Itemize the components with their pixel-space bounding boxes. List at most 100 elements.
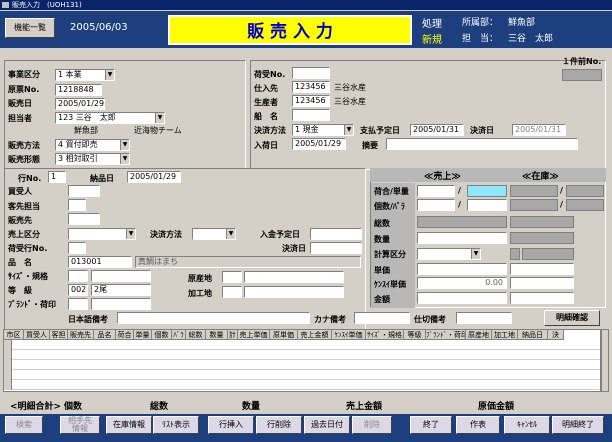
- calc-select[interactable]: ▼: [417, 248, 481, 260]
- brand-code-input[interactable]: [68, 298, 88, 310]
- settle-method-select[interactable]: ▼: [192, 228, 236, 240]
- grid-column-header[interactable]: 加工地: [492, 330, 518, 340]
- ship-input[interactable]: [292, 109, 330, 121]
- grid-column-header[interactable]: 原単価: [270, 330, 298, 340]
- grid-row[interactable]: [4, 370, 600, 380]
- sale-date-input[interactable]: 2005/01/29: [55, 98, 105, 110]
- exit-button[interactable]: 終了: [410, 416, 452, 434]
- insert-row-button[interactable]: 行挿入: [208, 416, 254, 434]
- grid-row[interactable]: [4, 350, 600, 360]
- grid-column-header[interactable]: 売上金額: [298, 330, 332, 340]
- brand-name-input[interactable]: [91, 298, 151, 310]
- deposit-input[interactable]: [310, 228, 362, 240]
- past-date-button[interactable]: 過去日付: [304, 416, 350, 434]
- grid-column-header[interactable]: 市区: [4, 330, 24, 340]
- partner-info-button[interactable]: 相手先 情報: [60, 416, 100, 434]
- size-name-input[interactable]: [91, 270, 151, 282]
- arrive-input[interactable]: 2005/01/29: [292, 138, 346, 150]
- pay-date-input[interactable]: 2005/01/31: [410, 124, 464, 136]
- business-type-select[interactable]: 1 本業 ▼: [55, 69, 115, 81]
- grid-column-header[interactable]: 原産地: [466, 330, 492, 340]
- summary-input[interactable]: [386, 138, 578, 150]
- grid-column-header[interactable]: 納品日: [518, 330, 548, 340]
- grid-column-header[interactable]: 販売先: [68, 330, 94, 340]
- delete-row-button[interactable]: 行削除: [256, 416, 302, 434]
- customer-staff-input[interactable]: [68, 199, 86, 211]
- unit-weight-input[interactable]: [467, 185, 507, 197]
- purchase-note-input[interactable]: [456, 312, 512, 324]
- grid-row-header[interactable]: [4, 350, 12, 360]
- tax-unit-input[interactable]: 0.00: [417, 277, 507, 289]
- sale-type-select[interactable]: ▼: [68, 228, 136, 240]
- grid-row-header[interactable]: [4, 340, 12, 350]
- buyer-input[interactable]: [68, 185, 100, 197]
- method-select[interactable]: 4 買付即売 ▼: [55, 139, 130, 151]
- buy-from-code[interactable]: 123456: [292, 81, 330, 93]
- form-select[interactable]: 3 相対取引 ▼: [55, 153, 130, 165]
- grid-scrollbar[interactable]: [601, 329, 609, 392]
- ticket-input[interactable]: 1218848: [55, 84, 102, 96]
- settle-date-input[interactable]: 2005/01/31: [512, 124, 566, 136]
- detail-end-button[interactable]: 明細終了: [552, 416, 604, 434]
- grid-column-header[interactable]: 品名: [94, 330, 116, 340]
- grid-row[interactable]: [4, 380, 600, 390]
- detail-settle-date-input[interactable]: [310, 242, 362, 254]
- grid-column-header[interactable]: 総数: [186, 330, 206, 340]
- process-name-input[interactable]: [244, 286, 344, 298]
- grid-column-header[interactable]: ﾊﾞﾗ: [172, 330, 186, 340]
- stock-unit-price-input[interactable]: [510, 263, 574, 275]
- count-input[interactable]: [417, 199, 455, 211]
- qty-input[interactable]: [417, 232, 507, 244]
- sell-to-input[interactable]: [68, 213, 100, 225]
- origin-code-input[interactable]: [222, 271, 242, 283]
- settle-select[interactable]: 1 現金 ▼: [292, 124, 354, 136]
- grid-row-header[interactable]: [4, 360, 12, 370]
- grid-column-header[interactable]: 数量: [206, 330, 228, 340]
- jp-note-input[interactable]: [117, 312, 310, 324]
- grid-column-header[interactable]: 計: [228, 330, 238, 340]
- stock-amount-input[interactable]: [510, 292, 574, 304]
- origin-name-input[interactable]: [244, 271, 344, 283]
- staff-select[interactable]: 123 三谷 太郎 ▼: [55, 112, 165, 124]
- grid-row[interactable]: [4, 340, 600, 350]
- grade-name-input[interactable]: 2尾: [91, 284, 151, 296]
- grid-column-header[interactable]: 買受人: [24, 330, 50, 340]
- producer-code[interactable]: 123456: [292, 95, 330, 107]
- function-list-button[interactable]: 機能一覧: [5, 18, 55, 38]
- grid-column-header[interactable]: ｻｲｽﾞ・規格: [366, 330, 404, 340]
- grid-column-header[interactable]: 客担: [50, 330, 68, 340]
- stock-tax-unit-input[interactable]: [510, 277, 574, 289]
- detail-confirm-button[interactable]: 明細確認: [544, 310, 600, 326]
- item-code-input[interactable]: 013001: [68, 256, 132, 268]
- loose-input[interactable]: [467, 199, 507, 211]
- unit-price-input[interactable]: [417, 263, 507, 275]
- detail-grid[interactable]: 市区 買受人 客担 販売先 品名 荷合 単量 個数 ﾊﾞﾗ 総数 数量計売上単価 原単価 売上金額 ｹﾝｽ…: [3, 329, 601, 392]
- grid-column-header[interactable]: 等級: [404, 330, 426, 340]
- grid-column-header[interactable]: ﾌﾞﾗﾝﾄﾞ・荷印: [426, 330, 466, 340]
- size-code-input[interactable]: [68, 270, 88, 282]
- list-view-button[interactable]: ﾘｽﾄ表示: [153, 416, 199, 434]
- row-input[interactable]: 1: [48, 171, 66, 183]
- search-button[interactable]: 検索: [5, 416, 43, 434]
- kana-note-input[interactable]: [354, 312, 410, 324]
- cargo-row-input[interactable]: [68, 242, 86, 254]
- grid-column-header[interactable]: ｹﾝｽｲ単価: [332, 330, 366, 340]
- amount-input[interactable]: [417, 292, 507, 304]
- grid-column-header[interactable]: 売上単価: [238, 330, 270, 340]
- grid-column-header[interactable]: 単量: [134, 330, 152, 340]
- grid-row-header[interactable]: [4, 380, 12, 390]
- grid-row-header[interactable]: [4, 370, 12, 380]
- deliver-input[interactable]: 2005/01/29: [127, 171, 181, 183]
- delete-button[interactable]: 削除: [352, 416, 392, 434]
- process-code-input[interactable]: [222, 286, 242, 298]
- cancel-button[interactable]: ｷｬﾝｾﾙ: [504, 416, 550, 434]
- grid-column-header[interactable]: 荷合: [116, 330, 134, 340]
- lot-input[interactable]: [417, 185, 455, 197]
- grid-row[interactable]: [4, 360, 600, 370]
- grid-column-header[interactable]: 個数: [152, 330, 172, 340]
- cargo-input[interactable]: [292, 67, 330, 79]
- grid-column-header[interactable]: 決: [548, 330, 564, 340]
- stock-info-button[interactable]: 在庫情報: [106, 416, 152, 434]
- report-button[interactable]: 作表: [456, 416, 500, 434]
- grade-code-input[interactable]: 002: [68, 284, 88, 296]
